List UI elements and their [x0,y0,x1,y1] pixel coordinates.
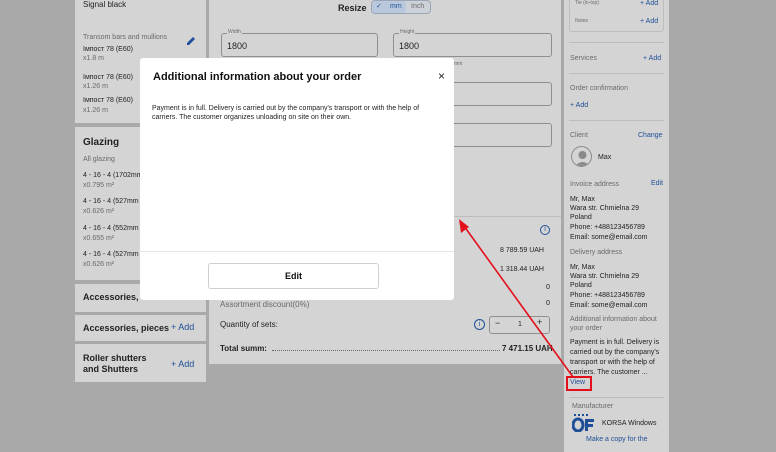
modal-body-text: Payment is in full. Delivery is carried … [152,105,420,121]
delivery-line: Email: some@email.com [570,302,648,309]
edit-invoice-button[interactable]: Edit [651,180,663,187]
right-divider [569,120,664,121]
services-label: Services [570,55,597,62]
total-label: Total summ: [220,344,267,353]
add-accessories-button[interactable]: + Add [171,322,194,332]
accessories-s-title: Accessories, s [83,292,147,302]
quantity-label: Quantity of sets: [220,320,278,329]
impost-item: Імпост 78 (E60) [83,97,133,104]
height-label: Height [399,29,416,35]
modal-edit-button[interactable]: Edit [208,263,379,289]
glazing-item: 4 - 16 - 4 (552mm [83,225,139,232]
mm-suffix: mm [454,61,463,67]
glazing-qty: x0.626 m² [83,261,115,268]
impost-qty: x1.26 m [83,83,108,90]
client-name: Max [598,154,612,161]
width-value: 1800 [227,41,248,51]
transom-title: Transom bars and mullions [83,34,168,41]
view-link-highlight [566,376,592,391]
delivery-address-label: Delivery address [570,249,623,256]
manufacturer-name: KORSA Windows [602,420,657,427]
minus-icon[interactable]: − [495,318,500,328]
plus-icon[interactable]: + [537,317,542,327]
invoice-line: Mr, Max [570,196,595,203]
glazing-qty: x0.795 m² [83,182,115,189]
close-icon[interactable]: × [438,69,445,83]
width-label: Width [227,29,242,35]
roller-shutters-title: Roller shutters and Shutters [83,353,147,374]
glazing-item: 4 - 16 - 4 (1702mm [83,172,143,179]
add-order-confirmation-button[interactable]: + Add [570,102,588,109]
center-field-2[interactable] [440,82,552,106]
add-roller-shutters-button[interactable]: + Add [171,359,194,369]
change-client-button[interactable]: Change [638,132,663,139]
accessories-pieces-title: Accessories, pieces [83,323,170,333]
pencil-icon[interactable] [186,33,196,51]
zero-value-1: 0 [546,284,550,291]
delivery-line: Mr, Max [570,264,595,271]
impost-item: Імпост 78 (E60) [83,46,133,53]
invoice-line: Wara str. Chmielna 29 [570,205,639,212]
right-divider [569,42,664,43]
impost-qty: x1.8 m [83,55,105,62]
quantity-value: 1 [518,321,522,328]
impost-qty: x1.26 m [83,107,108,114]
check-icon: ✓ [376,3,382,10]
frame-color: Signal black [83,0,127,9]
delivery-line: Phone: +488123456789 [570,292,645,299]
delivery-line: Poland [570,282,592,289]
glazing-qty: x0.626 m² [83,208,115,215]
order-confirmation-label: Order confirmation [570,85,628,92]
invoice-address-label: Invoice address [570,181,620,188]
center-field-3[interactable] [440,123,552,147]
additional-info-preview: Payment is in full. Delivery is carried … [570,339,660,376]
modal-divider [140,251,454,252]
invoice-line: Phone: +488123456789 [570,224,645,231]
add-tie-button[interactable]: + Add [640,0,658,7]
add-notes-button[interactable]: + Add [640,18,658,25]
total-value: 7 471.15 UAH [502,344,553,353]
glazing-item: 4 - 16 - 4 (527mm [83,198,139,205]
manufacturer-label: Manufacturer [572,403,614,410]
manufacturer-logo-icon [571,414,596,437]
assortment-discount-label: Assortment discount(0%) [220,300,310,309]
add-services-button[interactable]: + Add [643,55,661,62]
info-icon[interactable]: i [540,225,550,235]
modal-title: Additional information about your order [153,71,362,83]
tie-label: Tie (in-top) [575,0,599,6]
resize-label: Resize [338,3,367,13]
invoice-line: Email: some@email.com [570,234,648,241]
right-divider [569,397,664,398]
delivery-line: Wara str. Chmielna 29 [570,273,639,280]
total-dots [272,350,500,351]
inch-label[interactable]: Inch [411,3,424,10]
price-value-2: 1 318.44 UAH [500,266,544,273]
invoice-line: Poland [570,214,592,221]
impost-item: Імпост 78 (E60) [83,74,133,81]
glazing-title: Glazing [83,137,120,148]
glazing-item: 4 - 16 - 4 (527mm [83,251,139,258]
height-value: 1800 [399,41,420,51]
make-copy-link[interactable]: Make a copy for the [586,436,647,443]
right-divider [569,73,664,74]
additional-info-label: Additional information about your order [570,316,657,332]
avatar [571,146,592,167]
zero-value-2: 0 [546,300,550,307]
glazing-qty: x0.655 m² [83,235,115,242]
mm-label: mm [390,3,402,10]
price-value-1: 8 789.59 UAH [500,247,544,254]
client-label: Client [570,132,588,139]
quantity-info-icon[interactable]: i [474,319,485,330]
notes-label: Notes [575,18,589,24]
additional-info-modal: Additional information about your order … [140,58,454,300]
all-glazing: All glazing [83,156,115,163]
